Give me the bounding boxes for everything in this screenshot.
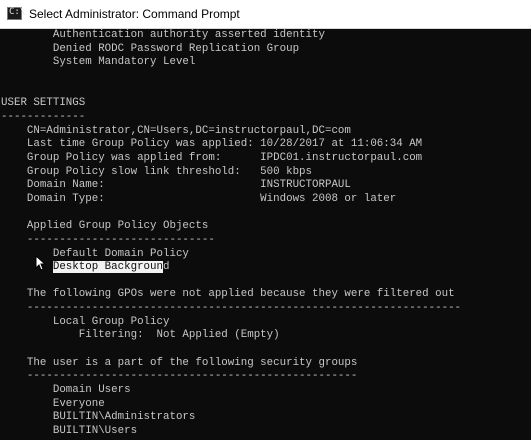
console-text[interactable]: Authentication authority asserted identi…	[1, 29, 461, 439]
console-output[interactable]: Authentication authority asserted identi…	[0, 29, 531, 440]
title-bar[interactable]: C:\ Select Administrator: Command Prompt	[0, 0, 531, 29]
selected-line-rest: d	[163, 261, 170, 274]
selected-line-indent	[1, 261, 53, 273]
console-suffix-text: The following GPOs were not applied beca…	[26, 288, 462, 438]
mouse-pointer-icon	[35, 255, 45, 271]
command-prompt-window[interactable]: C:\ Select Administrator: Command Prompt…	[0, 0, 531, 440]
text-selection[interactable]: Desktop Backgroun	[52, 261, 163, 274]
console-prefix-text: Authentication authority asserted identi…	[1, 29, 423, 260]
command-prompt-icon: C:\	[7, 7, 25, 20]
window-title: Select Administrator: Command Prompt	[29, 7, 240, 21]
